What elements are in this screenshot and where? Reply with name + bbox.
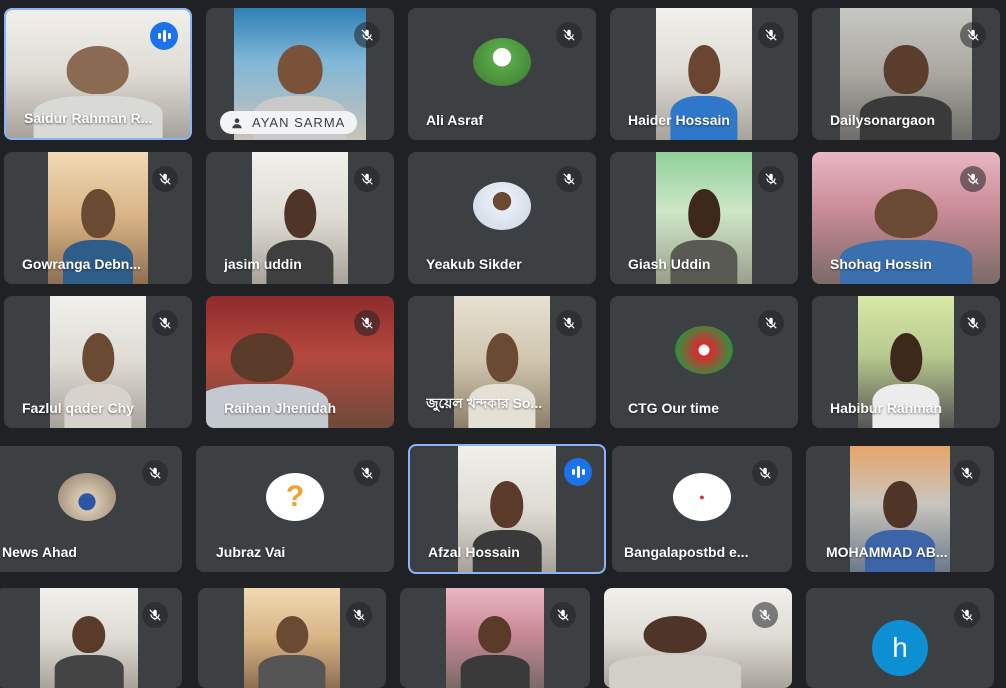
mic-off-icon (960, 22, 986, 48)
participant-name: Afzal Hossain (428, 544, 520, 560)
participant-tile[interactable] (604, 588, 792, 688)
mic-off-icon (142, 602, 168, 628)
mic-off-icon (752, 602, 778, 628)
participant-name: Shohag Hossin (830, 256, 932, 272)
mic-off-icon (556, 310, 582, 336)
participant-tile[interactable] (400, 588, 590, 688)
participant-name: Gowranga Debn... (22, 256, 142, 272)
participant-tile-jubraz[interactable]: ? Jubraz Vai (196, 446, 394, 572)
mic-off-icon (142, 460, 168, 486)
mic-off-icon (550, 602, 576, 628)
participant-tile-mohammad[interactable]: MOHAMMAD AB... (806, 446, 994, 572)
participant-tile-fazlul[interactable]: Fazlul qader Chy (4, 296, 192, 428)
participant-tile-saidur[interactable]: Saidur Rahman R... (4, 8, 192, 140)
mic-off-icon (954, 460, 980, 486)
avatar: ? (266, 473, 324, 521)
avatar (473, 38, 531, 86)
participant-name: Raihan Jhenidah (224, 400, 337, 416)
mic-off-icon (152, 310, 178, 336)
avatar: ● (673, 473, 731, 521)
participant-tile-shohag[interactable]: Shohag Hossin (812, 152, 1000, 284)
video-feed (446, 588, 544, 688)
participant-name: Haider Hossain (628, 112, 730, 128)
participant-name: CTG Our time (628, 400, 720, 416)
avatar (675, 326, 733, 374)
mic-off-icon (354, 166, 380, 192)
participant-name: AYAN SARMA (252, 115, 346, 130)
mic-off-icon (346, 602, 372, 628)
mic-off-icon (752, 460, 778, 486)
participant-tile-bangalapostbd[interactable]: ● Bangalapostbd e... (612, 446, 792, 572)
audio-level-icon (150, 22, 178, 50)
participant-tile-h[interactable]: h (806, 588, 994, 688)
audio-level-icon (564, 458, 592, 486)
participant-name: MOHAMMAD AB... (826, 544, 948, 560)
participant-tile-giash[interactable]: Giash Uddin (610, 152, 798, 284)
participant-tile-habibur[interactable]: Habibur Rahman (812, 296, 1000, 428)
participant-tile-haider[interactable]: Haider Hossain (610, 8, 798, 140)
participant-name: News Ahad (2, 544, 77, 560)
mic-off-icon (954, 602, 980, 628)
participant-tile-ali[interactable]: Ali Asraf (408, 8, 596, 140)
participant-tile-yeakub[interactable]: Yeakub Sikder (408, 152, 596, 284)
presenter-name-chip: AYAN SARMA (220, 111, 358, 134)
avatar (58, 473, 116, 521)
participant-name: Bangalapostbd e... (624, 544, 749, 560)
participant-tile-afzal[interactable]: Afzal Hossain (408, 444, 606, 574)
participant-tile[interactable] (0, 588, 182, 688)
participant-name: Ali Asraf (426, 112, 484, 128)
mic-off-icon (152, 166, 178, 192)
person-icon (232, 117, 242, 128)
mic-off-icon (556, 22, 582, 48)
video-feed (244, 588, 340, 688)
avatar-letter: h (872, 620, 928, 676)
participant-name: Yeakub Sikder (426, 256, 522, 272)
mic-off-icon (556, 166, 582, 192)
participant-name: Dailysonargaon (830, 112, 936, 128)
mic-off-icon (354, 310, 380, 336)
participant-name: জুয়েল খন্দকার So... (426, 395, 543, 411)
participant-name: Habibur Rahman (830, 400, 943, 416)
participant-name: Saidur Rahman R... (24, 110, 153, 126)
participant-tile-gowranga[interactable]: Gowranga Debn... (4, 152, 192, 284)
video-feed (40, 588, 138, 688)
participant-name: Fazlul qader Chy (22, 400, 135, 416)
participant-tile-dailysonargaon[interactable]: Dailysonargaon (812, 8, 1000, 140)
participant-tile-jewel[interactable]: জুয়েল খন্দকার So... (408, 296, 596, 428)
mic-off-icon (960, 166, 986, 192)
mic-off-icon (354, 22, 380, 48)
participant-tile-ctg[interactable]: CTG Our time (610, 296, 798, 428)
participant-tile-ayan[interactable]: AYAN SARMA (206, 8, 394, 140)
participant-tile-news-ahad[interactable]: News Ahad (0, 446, 182, 572)
participant-tile[interactable] (198, 588, 386, 688)
mic-off-icon (960, 310, 986, 336)
participant-name: jasim uddin (224, 256, 302, 272)
mic-off-icon (758, 22, 784, 48)
mic-off-icon (354, 460, 380, 486)
participant-name: Jubraz Vai (216, 544, 286, 560)
participant-tile-raihan[interactable]: Raihan Jhenidah (206, 296, 394, 428)
mic-off-icon (758, 310, 784, 336)
participant-name: Giash Uddin (628, 256, 711, 272)
participant-tile-jasim[interactable]: jasim uddin (206, 152, 394, 284)
mic-off-icon (758, 166, 784, 192)
avatar (473, 182, 531, 230)
